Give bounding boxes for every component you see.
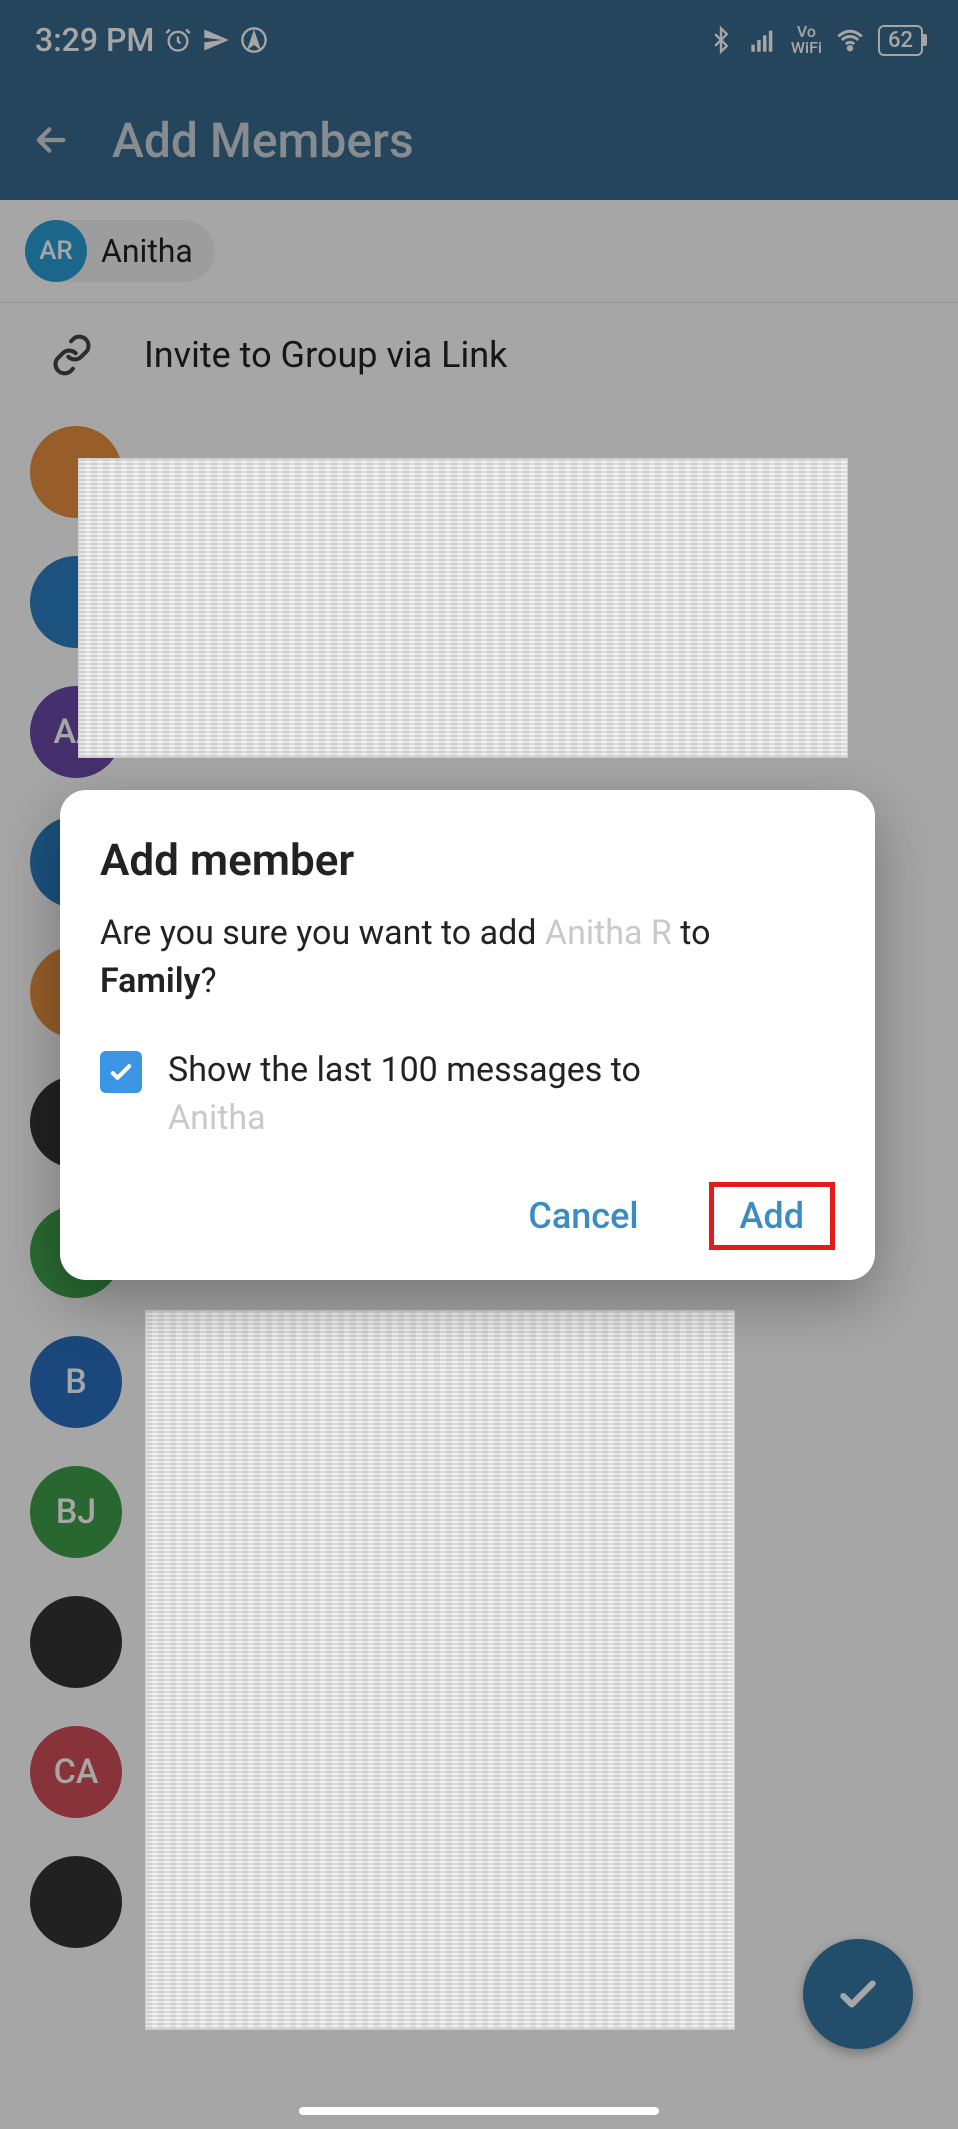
dialog-body-text: ? xyxy=(200,961,216,1001)
dialog-member-name: Anitha R xyxy=(545,913,672,953)
redacted-area xyxy=(145,1310,735,2030)
home-indicator[interactable] xyxy=(299,2107,659,2115)
show-messages-option[interactable]: Show the last 100 messages to Anitha xyxy=(100,1047,835,1142)
add-button[interactable]: Add xyxy=(740,1195,804,1237)
redacted-area xyxy=(78,458,848,758)
dialog-body: Are you sure you want to add Anitha R to… xyxy=(100,910,835,1005)
dialog-body-text: to xyxy=(672,913,711,953)
dialog-group-name: Family xyxy=(100,961,200,1001)
dialog-actions: Cancel Add xyxy=(100,1182,835,1250)
checkbox-member-name: Anitha xyxy=(168,1098,266,1138)
dialog-title: Add member xyxy=(100,834,835,886)
cancel-button[interactable]: Cancel xyxy=(508,1183,658,1249)
checkbox-checked-icon[interactable] xyxy=(100,1051,142,1093)
add-button-highlight: Add xyxy=(709,1182,835,1250)
checkbox-text: Show the last 100 messages to xyxy=(168,1050,641,1090)
add-member-dialog: Add member Are you sure you want to add … xyxy=(60,790,875,1280)
checkbox-label: Show the last 100 messages to Anitha xyxy=(168,1047,641,1142)
dialog-body-text: Are you sure you want to add xyxy=(100,913,545,953)
